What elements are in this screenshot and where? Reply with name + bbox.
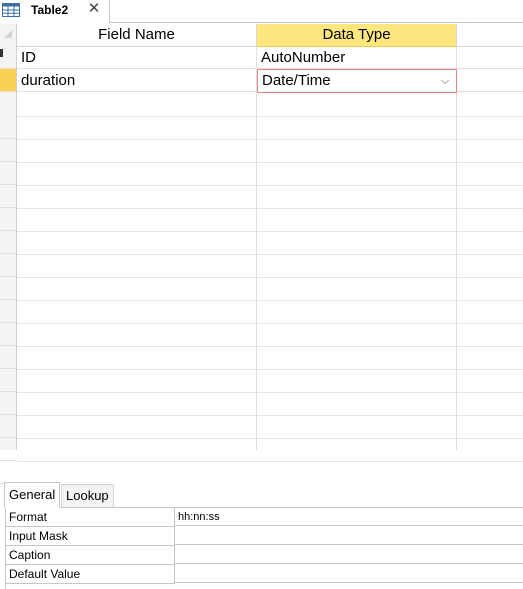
property-value-input-mask[interactable] — [175, 527, 523, 545]
column-divider — [456, 93, 457, 450]
grid-row-line — [17, 162, 523, 163]
field-properties-sheet: Format hh:nn:ss Input Mask Caption Defau… — [5, 507, 523, 589]
property-row-caption: Caption — [6, 546, 523, 565]
row-selector-empty[interactable] — [0, 392, 16, 415]
data-type-combobox[interactable]: Date/Time ⌵ — [257, 69, 457, 93]
chevron-down-icon[interactable]: ⌵ — [437, 73, 453, 89]
tab-strip-divider — [109, 22, 523, 23]
data-type-cell[interactable]: AutoNumber — [257, 47, 457, 69]
table-design-grid: Field Name Data Type ID AutoNumber durat… — [0, 24, 523, 484]
row-selector-empty[interactable] — [0, 185, 16, 208]
grid-row-line — [17, 438, 523, 439]
row-selector-empty[interactable] — [0, 208, 16, 231]
column-header-description[interactable] — [457, 24, 523, 47]
grid-row-line — [17, 254, 523, 255]
property-label: Caption — [6, 546, 175, 565]
field-properties-tabs: General Lookup — [0, 482, 523, 508]
row-selector-id[interactable] — [0, 46, 16, 69]
grid-row-line — [17, 300, 523, 301]
row-selector-empty[interactable] — [0, 300, 16, 323]
row-selector-empty[interactable] — [0, 438, 16, 461]
row-selector-empty[interactable] — [0, 346, 16, 369]
property-value-format[interactable]: hh:nn:ss — [175, 508, 523, 526]
row-selector-empty[interactable] — [0, 139, 16, 162]
field-name-cell[interactable]: ID — [17, 47, 257, 69]
table-icon — [2, 3, 20, 17]
grid-row-line — [17, 346, 523, 347]
grid-row-line — [17, 277, 523, 278]
primary-key-icon — [0, 49, 3, 57]
row-selector-empty[interactable] — [0, 116, 16, 139]
row-selector-empty[interactable] — [0, 415, 16, 438]
property-label: Default Value — [6, 565, 175, 584]
property-row-default-value: Default Value — [6, 565, 523, 584]
document-tab-table2[interactable]: Table2 ✕ — [0, 0, 110, 24]
row-selector-duration[interactable] — [0, 69, 16, 92]
row-selector-column — [0, 46, 17, 484]
grid-row-line — [17, 415, 523, 416]
row-selector-empty[interactable] — [0, 369, 16, 392]
close-icon[interactable]: ✕ — [86, 1, 102, 17]
property-label: Format — [6, 508, 175, 527]
document-tab-title: Table2 — [31, 3, 69, 17]
select-all-corner[interactable] — [0, 24, 17, 46]
column-header-data-type[interactable]: Data Type — [257, 24, 457, 47]
column-header-field-name[interactable]: Field Name — [17, 24, 257, 47]
row-selector-empty[interactable] — [0, 254, 16, 277]
property-value-caption[interactable] — [175, 546, 523, 564]
grid-row-line — [17, 139, 523, 140]
field-name-cell[interactable]: duration — [17, 70, 257, 92]
row-selector-empty[interactable] — [0, 461, 16, 484]
tab-lookup[interactable]: Lookup — [61, 484, 114, 508]
grid-row-line — [17, 208, 523, 209]
grid-row-line — [17, 231, 523, 232]
tab-general[interactable]: General — [4, 482, 61, 508]
property-value-default-value[interactable] — [175, 565, 523, 583]
property-row-format: Format hh:nn:ss — [6, 508, 523, 527]
row-selector-empty[interactable] — [0, 231, 16, 254]
data-type-value: Date/Time — [262, 72, 331, 89]
grid-row-line — [17, 323, 523, 324]
grid-row-line — [17, 461, 523, 462]
description-cell[interactable] — [457, 47, 523, 69]
row-selector-empty[interactable] — [0, 277, 16, 300]
grid-row-line — [17, 185, 523, 186]
grid-row-line — [17, 369, 523, 370]
row-selector-empty[interactable] — [0, 323, 16, 346]
row-selector-empty[interactable] — [0, 162, 16, 185]
column-divider — [256, 93, 257, 450]
grid-row-line — [17, 116, 523, 117]
grid-row-line — [17, 392, 523, 393]
document-tab-strip: Table2 ✕ — [0, 0, 523, 24]
property-row-input-mask: Input Mask — [6, 527, 523, 546]
property-label: Input Mask — [6, 527, 175, 546]
description-cell[interactable] — [457, 70, 523, 92]
